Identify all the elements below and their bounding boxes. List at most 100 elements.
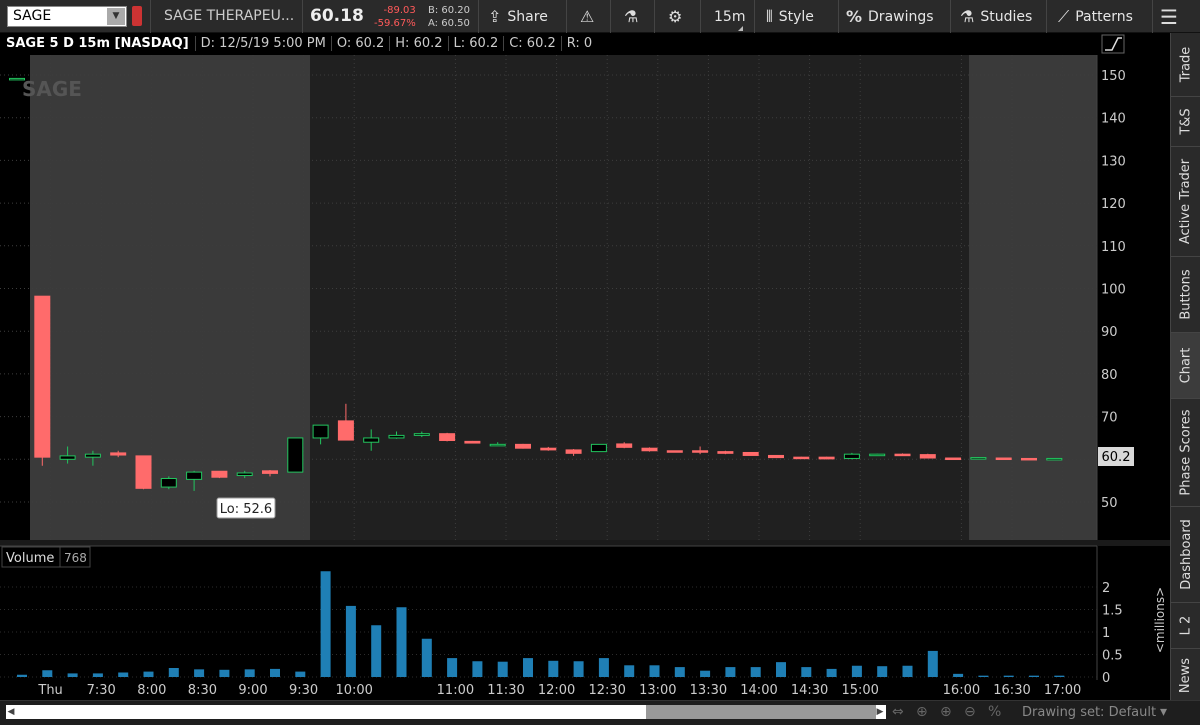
drawings-label: Drawings — [868, 8, 934, 25]
symbol-input[interactable]: SAGE ▼ — [7, 6, 127, 27]
divider — [654, 0, 655, 33]
volume-bar — [801, 667, 812, 677]
time-tick-label: 13:30 — [690, 683, 727, 698]
symbol-text: SAGE — [13, 8, 52, 24]
time-tick-label: 10:00 — [335, 683, 372, 698]
candle-body — [9, 77, 25, 81]
symbol-dropdown-icon[interactable]: ▼ — [107, 8, 125, 25]
volume-bar — [851, 665, 862, 677]
candle-body — [616, 443, 633, 448]
patterns-button[interactable]: ⟋ Patterns — [1058, 0, 1133, 33]
timeframe-label: 15m — [714, 8, 746, 25]
candle-body — [312, 424, 329, 439]
horizontal-scrollbar[interactable]: ◀ ▶ — [6, 705, 886, 719]
divider — [754, 0, 755, 33]
candle-body — [464, 440, 481, 444]
link-color-icon[interactable] — [132, 6, 142, 26]
divider — [950, 0, 951, 33]
pane-divider[interactable] — [0, 540, 1170, 546]
scroll-left-icon[interactable]: ◀ — [6, 705, 16, 719]
drawings-button[interactable]: % Drawings — [846, 0, 934, 33]
beaker-button[interactable]: ⚗ — [624, 0, 644, 33]
volume-bar — [17, 674, 27, 677]
studies-label: Studies — [980, 8, 1033, 25]
candle-body — [135, 455, 152, 489]
candle-body — [717, 451, 734, 454]
zoom-out-icon[interactable]: ⊖ — [964, 704, 976, 720]
current-price-text: 60.2 — [1102, 450, 1131, 465]
candle-body — [110, 452, 127, 456]
candle-body — [489, 443, 506, 447]
share-button[interactable]: ⇪ Share — [488, 0, 548, 33]
volume-bar — [624, 665, 635, 677]
candle-body — [540, 447, 557, 451]
tab-trade-label: Trade — [1178, 46, 1194, 83]
divider — [302, 0, 303, 33]
candle-body — [1021, 457, 1037, 461]
price-tick-label: 90 — [1101, 325, 1118, 340]
candle-body — [211, 470, 228, 478]
scrollbar-thumb[interactable] — [646, 705, 876, 719]
tab-chart[interactable]: Chart — [1171, 333, 1200, 399]
volume-bar — [447, 658, 458, 677]
candle-body — [236, 472, 253, 477]
alert-button[interactable]: ⚠ — [580, 0, 600, 33]
studies-button[interactable]: ⚗ Studies — [960, 0, 1032, 33]
volume-bar — [219, 669, 230, 677]
volume-bar — [270, 668, 280, 677]
volume-unit-label: <millions> — [1153, 587, 1167, 653]
tab-trade[interactable]: Trade — [1171, 33, 1200, 97]
volume-bar — [573, 661, 584, 677]
candlestick-icon: ⫴ — [766, 6, 773, 26]
tab-level2[interactable]: L 2 — [1171, 603, 1200, 649]
crosshair-icon[interactable]: ⊕ — [916, 704, 928, 720]
divider — [1046, 0, 1047, 33]
volume-tick-label: 2 — [1102, 581, 1110, 596]
candle-body — [641, 447, 658, 452]
candle-body — [666, 450, 683, 453]
patterns-icon: ⟋ — [1058, 6, 1070, 26]
tab-buttons[interactable]: Buttons — [1171, 257, 1200, 333]
zoom-in-icon[interactable]: ⊕ — [940, 704, 952, 720]
tab-chart-label: Chart — [1178, 347, 1194, 384]
drawing-set-label: Drawing set: Default — [1022, 705, 1157, 720]
candle — [515, 443, 531, 449]
candle — [211, 470, 228, 479]
time-tick-label: 12:00 — [538, 683, 575, 698]
scroll-right-icon[interactable]: ▶ — [874, 705, 886, 719]
timeframe-button[interactable]: 15m — [714, 0, 745, 33]
tab-news-label: News — [1178, 657, 1194, 694]
candle — [9, 77, 25, 81]
bottom-bar: ◀ ▶ ⇔ ⊕ ⊕ ⊖ % Drawing set: Default ▾ — [0, 700, 1200, 725]
candle-body — [363, 437, 380, 443]
volume-title: Volume — [6, 551, 54, 566]
style-button[interactable]: ⫴ Style — [766, 0, 814, 33]
price-axis-tool-icon[interactable] — [1101, 34, 1125, 54]
tab-news[interactable]: News — [1171, 649, 1200, 703]
volume-bar — [826, 668, 837, 677]
divider — [838, 0, 839, 33]
volume-bar — [118, 672, 129, 677]
percent-scale-icon[interactable]: % — [988, 704, 1001, 720]
volume-bar — [143, 671, 154, 677]
price-tick-label: 80 — [1101, 368, 1118, 383]
price-tick-label: 120 — [1101, 197, 1126, 212]
candle — [1021, 457, 1037, 461]
dropdown-icon[interactable]: ▾ — [1160, 704, 1167, 720]
pan-icon[interactable]: ⇔ — [892, 704, 904, 720]
style-label: Style — [778, 8, 814, 25]
tab-dashboard[interactable]: Dashboard — [1171, 507, 1200, 603]
bid-value: B: 60.20 — [428, 5, 471, 16]
percent-icon: % — [846, 7, 863, 26]
tab-phase-scores[interactable]: Phase Scores — [1171, 399, 1200, 507]
alert-icon: ⚠ — [580, 7, 595, 26]
volume-tick-label: 0 — [1102, 671, 1110, 686]
price-chart[interactable]: 1501401301201101009080706050 SAGE Lo: 52… — [0, 33, 1170, 700]
tab-time-and-sales[interactable]: T&S — [1171, 97, 1200, 147]
volume-bar — [674, 667, 685, 677]
regular-hours-shade — [310, 55, 969, 540]
settings-button[interactable]: ⚙ — [668, 0, 688, 33]
menu-button[interactable]: ☰ — [1160, 0, 1184, 33]
premarket-shade — [30, 55, 310, 540]
tab-active-trader[interactable]: Active Trader — [1171, 147, 1200, 257]
